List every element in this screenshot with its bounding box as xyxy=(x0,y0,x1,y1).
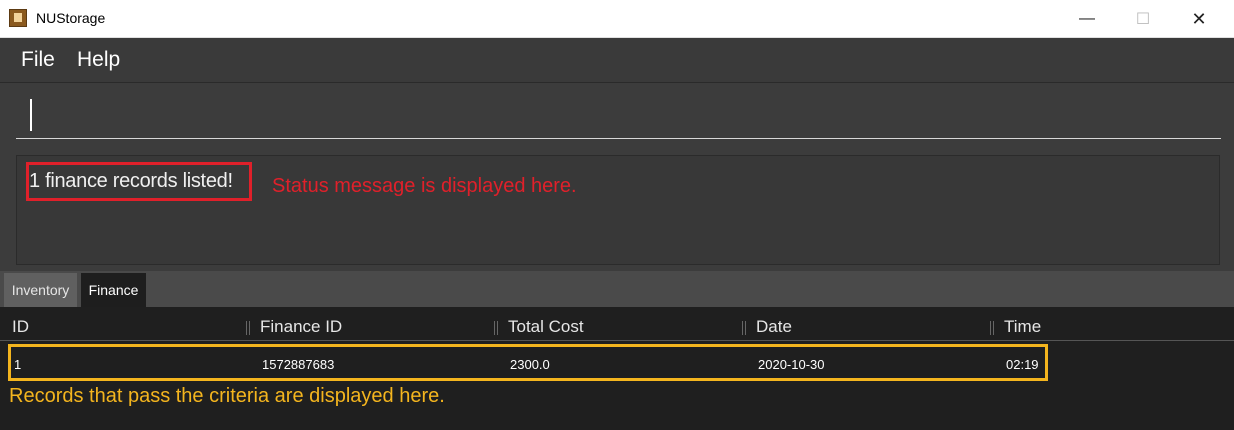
column-resize-handle[interactable] xyxy=(990,321,994,335)
maximize-button[interactable]: ☐ xyxy=(1120,0,1166,38)
title-bar: NUStorage — ☐ ✕ xyxy=(0,0,1234,38)
window-title: NUStorage xyxy=(36,10,106,26)
column-header-time[interactable]: Time xyxy=(1004,317,1041,337)
column-header-total-cost[interactable]: Total Cost xyxy=(508,317,584,337)
tab-strip: Inventory Finance xyxy=(0,271,1234,307)
command-box xyxy=(0,83,1234,147)
table-row[interactable]: 1 1572887683 2300.0 2020-10-30 02:19 xyxy=(8,344,1048,381)
tab-finance[interactable]: Finance xyxy=(81,273,146,307)
cell-total-cost: 2300.0 xyxy=(510,357,550,372)
column-resize-handle[interactable] xyxy=(246,321,250,335)
storage-app-icon xyxy=(9,9,27,27)
tab-inventory[interactable]: Inventory xyxy=(4,273,77,307)
header-divider xyxy=(0,340,1234,341)
text-caret xyxy=(30,99,32,131)
minimize-icon: — xyxy=(1079,10,1095,27)
close-icon: ✕ xyxy=(1191,8,1207,29)
status-highlight-box xyxy=(26,162,252,201)
tab-finance-label: Finance xyxy=(88,282,139,298)
command-input[interactable] xyxy=(16,91,1221,139)
close-button[interactable]: ✕ xyxy=(1176,0,1222,38)
column-resize-handle[interactable] xyxy=(494,321,498,335)
column-header-date[interactable]: Date xyxy=(756,317,792,337)
column-header-finance-id[interactable]: Finance ID xyxy=(260,317,342,337)
cell-date: 2020-10-30 xyxy=(758,357,825,372)
records-annotation: Records that pass the criteria are displ… xyxy=(9,385,445,407)
menu-bar: File Help xyxy=(0,38,1234,83)
maximize-icon: ☐ xyxy=(1135,11,1151,28)
cell-finance-id: 1572887683 xyxy=(262,357,335,372)
minimize-button[interactable]: — xyxy=(1064,0,1110,38)
menu-help[interactable]: Help xyxy=(77,48,120,72)
status-annotation: Status message is displayed here. xyxy=(272,175,577,197)
tab-inventory-label: Inventory xyxy=(11,282,70,298)
column-header-id[interactable]: ID xyxy=(12,317,29,337)
column-resize-handle[interactable] xyxy=(742,321,746,335)
finance-table: ID Finance ID Total Cost Date Time 1 157… xyxy=(0,307,1234,430)
menu-file[interactable]: File xyxy=(21,48,55,72)
cell-id: 1 xyxy=(14,357,22,372)
cell-time: 02:19 xyxy=(1006,357,1039,372)
